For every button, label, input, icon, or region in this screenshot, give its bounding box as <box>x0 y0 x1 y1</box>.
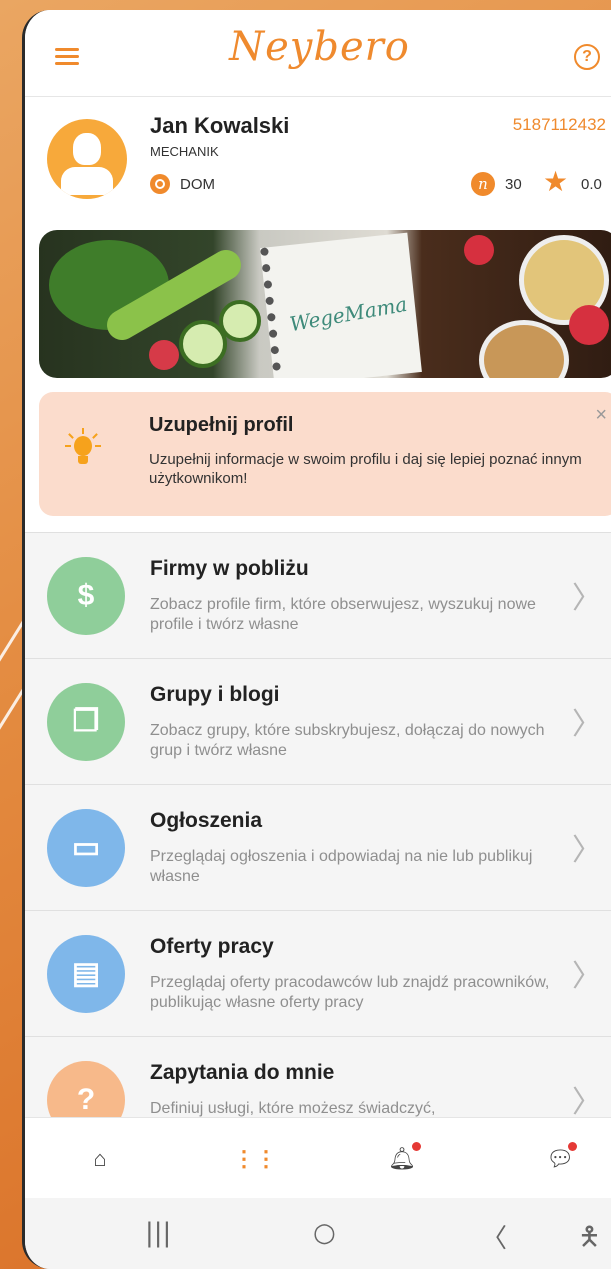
user-silhouette-body <box>61 167 113 195</box>
question-icon: ? <box>47 1061 125 1118</box>
app-bar: Neybero ? <box>25 10 611 97</box>
menu-item-title: Grupy i blogi <box>150 683 280 706</box>
close-icon[interactable]: × <box>595 404 607 427</box>
apps-grid-icon[interactable]: ⋮⋮ <box>233 1144 277 1174</box>
profile-role: MECHANIK <box>150 144 219 159</box>
menu-item-title: Ogłoszenia <box>150 809 263 832</box>
banner-cucumber <box>219 300 261 342</box>
complete-profile-notice[interactable]: Uzupełnij profil Uzupełnij informacje w … <box>39 392 611 516</box>
chevron-right-icon: 〉 <box>572 959 602 994</box>
banner-radish <box>464 235 494 265</box>
billboard-icon: ▭ <box>47 809 125 887</box>
feature-menu: $ Firmy w pobliżu Zobacz profile firm, k… <box>25 532 611 1118</box>
chat-bubbles-icon: ❐ <box>47 683 125 761</box>
banner-radish <box>569 305 609 345</box>
menu-item-zapytania[interactable]: ? Zapytania do mnie Definiuj usługi, któ… <box>25 1037 611 1118</box>
profile-points: 30 <box>505 176 522 193</box>
menu-item-title: Oferty pracy <box>150 935 274 958</box>
chevron-right-icon: 〉 <box>572 833 602 868</box>
notification-dot <box>412 1142 421 1151</box>
location-target-icon <box>150 174 170 194</box>
menu-item-desc: Przeglądaj oferty pracodawców lub znajdź… <box>150 974 550 1011</box>
home-button[interactable]: ○ <box>313 1218 336 1248</box>
chevron-right-icon: 〉 <box>572 581 602 616</box>
menu-item-ogloszenia[interactable]: ▭ Ogłoszenia Przeglądaj ogłoszenia i odp… <box>25 785 611 911</box>
avatar[interactable] <box>47 119 127 199</box>
profile-rating: 0.0 <box>581 176 602 193</box>
star-icon: ★ <box>543 166 569 197</box>
menu-item-desc: Przeglądaj ogłoszenia i odpowiadaj na ni… <box>150 848 533 885</box>
lightbulb-icon <box>65 428 101 476</box>
notice-text: Uzupełnij informacje w swoim profilu i d… <box>149 451 582 487</box>
chevron-right-icon: 〉 <box>572 707 602 742</box>
home-icon[interactable]: ⌂ <box>85 1144 115 1174</box>
accessibility-icon[interactable]: 🯅 <box>578 1218 601 1262</box>
recent-apps-button[interactable]: ||| <box>145 1218 171 1248</box>
menu-item-oferty-pracy[interactable]: ▤ Oferty pracy Przeglądaj oferty pracoda… <box>25 911 611 1037</box>
chevron-right-icon: 〉 <box>572 1085 602 1118</box>
menu-item-desc: Zobacz profile firm, które obserwujesz, … <box>150 596 536 633</box>
user-silhouette-icon <box>73 133 101 165</box>
notice-title: Uzupełnij profil <box>149 414 294 436</box>
company-house-icon: $ <box>47 557 125 635</box>
help-circle-icon[interactable]: ? <box>574 44 600 70</box>
menu-item-title: Firmy w pobliżu <box>150 557 309 580</box>
briefcase-icon: ▤ <box>47 935 125 1013</box>
menu-item-firmy[interactable]: $ Firmy w pobliżu Zobacz profile firm, k… <box>25 533 611 659</box>
profile-card[interactable]: Jan Kowalski MECHANIK 5187112432 DOM n 3… <box>25 97 611 217</box>
promo-banner-image[interactable]: WegeMama <box>39 230 611 378</box>
menu-item-desc: Zobacz grupy, które subskrybujesz, dołąc… <box>150 722 545 759</box>
banner-bowl <box>479 320 569 378</box>
message-dot <box>568 1142 577 1151</box>
menu-item-desc: Definiuj usługi, które możesz świadczyć, <box>150 1100 436 1117</box>
banner-radish <box>149 340 179 370</box>
profile-location[interactable]: DOM <box>180 176 215 193</box>
profile-name: Jan Kowalski <box>150 113 290 138</box>
back-button[interactable]: 〈 <box>481 1218 507 1255</box>
menu-item-grupy[interactable]: ❐ Grupy i blogi Zobacz grupy, które subs… <box>25 659 611 785</box>
system-navigation-bar: ||| ○ 〈 🯅 <box>25 1198 611 1269</box>
app-logo: Neybero <box>229 24 410 70</box>
bottom-navigation: ⌂ ⋮⋮ 🔔︎ 💬︎ <box>25 1117 611 1198</box>
menu-item-title: Zapytania do mnie <box>150 1061 335 1084</box>
phone-screen: Neybero ? Jan Kowalski MECHANIK 51871124… <box>22 10 611 1269</box>
profile-phone[interactable]: 5187112432 <box>513 115 606 135</box>
neybero-points-icon: n <box>471 172 495 196</box>
